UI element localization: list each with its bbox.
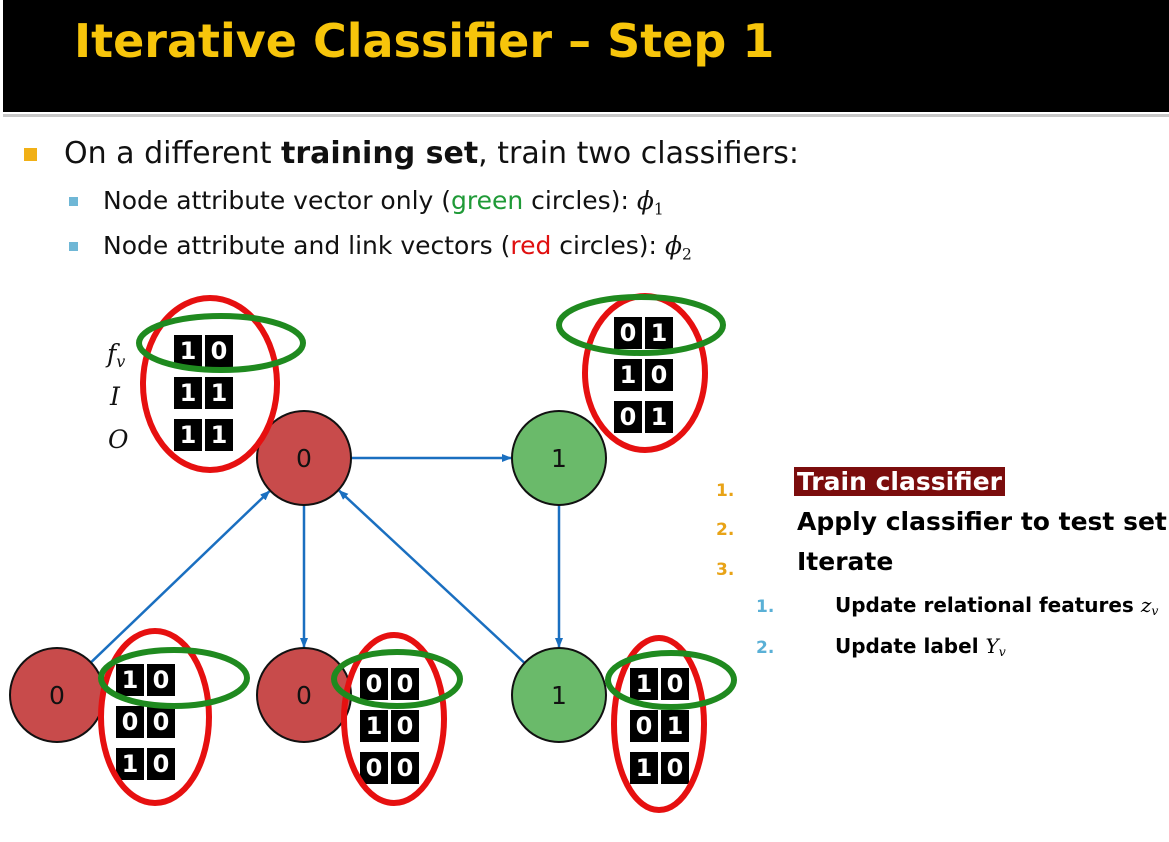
substep-2-text: Update label Yv <box>835 634 1006 659</box>
vector-bit: 0 <box>667 670 684 698</box>
vector-bit: 1 <box>122 750 139 778</box>
vector-bit: 0 <box>122 708 139 736</box>
substep-1-label: Update relational features <box>835 593 1141 617</box>
vector-bit: 0 <box>397 712 414 740</box>
step-2-number: 2. <box>716 520 735 540</box>
step-3-text: Iterate <box>797 547 894 576</box>
vector-bit: 1 <box>211 379 228 407</box>
substep-2-number: 2. <box>756 638 775 658</box>
step-1-text: Train classifier <box>794 467 1005 496</box>
node-label-bottom-left: 0 <box>49 681 65 710</box>
substep-1-text: Update relational features zv <box>835 593 1158 618</box>
nodes-layer: 0 10 0 1 <box>9 410 607 743</box>
row-label-fv: fv <box>105 339 125 371</box>
substep-2-math-sub: v <box>998 644 1006 660</box>
vector-bit: 0 <box>636 712 653 740</box>
edge-bottom-right-to-top-left <box>338 489 526 664</box>
node-label-top-right: 1 <box>551 444 567 473</box>
vector-bit: 0 <box>366 670 383 698</box>
substep-2-math: Y <box>985 634 999 658</box>
vector-bit: 1 <box>366 712 383 740</box>
vector-bit: 1 <box>667 712 684 740</box>
vector-bit: 0 <box>153 708 170 736</box>
vector-bit: 0 <box>667 754 684 782</box>
step-3-number: 3. <box>716 560 735 580</box>
step-2-text: Apply classifier to test set <box>797 507 1167 536</box>
vector-bit: 0 <box>366 754 383 782</box>
substep-1-number: 1. <box>756 597 775 617</box>
row-label-o: O <box>108 425 129 454</box>
graph-diagram: fv I O 0 10 0 1 1 01 11 10 11 00 11 00 01 00 01 00 01 00… <box>9 293 737 813</box>
vector-bit: 1 <box>122 666 139 694</box>
row-label-i: I <box>109 382 121 411</box>
node-label-top-left: 0 <box>296 444 312 473</box>
node-label-bottom-right: 1 <box>551 681 567 710</box>
step-1-number: 1. <box>716 481 735 501</box>
substep-1-math: z <box>1140 593 1152 617</box>
vector-bit: 0 <box>620 319 637 347</box>
vector-bit: 0 <box>153 750 170 778</box>
vector-bit: 1 <box>180 421 197 449</box>
edge-bottom-left-to-top-left <box>90 490 271 664</box>
vector-bit: 1 <box>636 670 653 698</box>
vector-bit: 1 <box>636 754 653 782</box>
vector-bit: 1 <box>651 319 668 347</box>
vector-bit: 0 <box>153 666 170 694</box>
vector-bit: 0 <box>620 403 637 431</box>
substep-2-label: Update label <box>835 634 986 658</box>
vector-bit: 1 <box>651 403 668 431</box>
vector-bit: 0 <box>211 337 228 365</box>
vector-bit: 1 <box>620 361 637 389</box>
node-label-bottom-middle: 0 <box>296 681 312 710</box>
vector-bit: 0 <box>651 361 668 389</box>
vector-bit: 1 <box>211 421 228 449</box>
vector-bit: 0 <box>397 754 414 782</box>
vector-bit: 0 <box>397 670 414 698</box>
vector-bit: 1 <box>180 379 197 407</box>
vector-bit: 1 <box>180 337 197 365</box>
substep-1-math-sub: v <box>1151 603 1159 619</box>
